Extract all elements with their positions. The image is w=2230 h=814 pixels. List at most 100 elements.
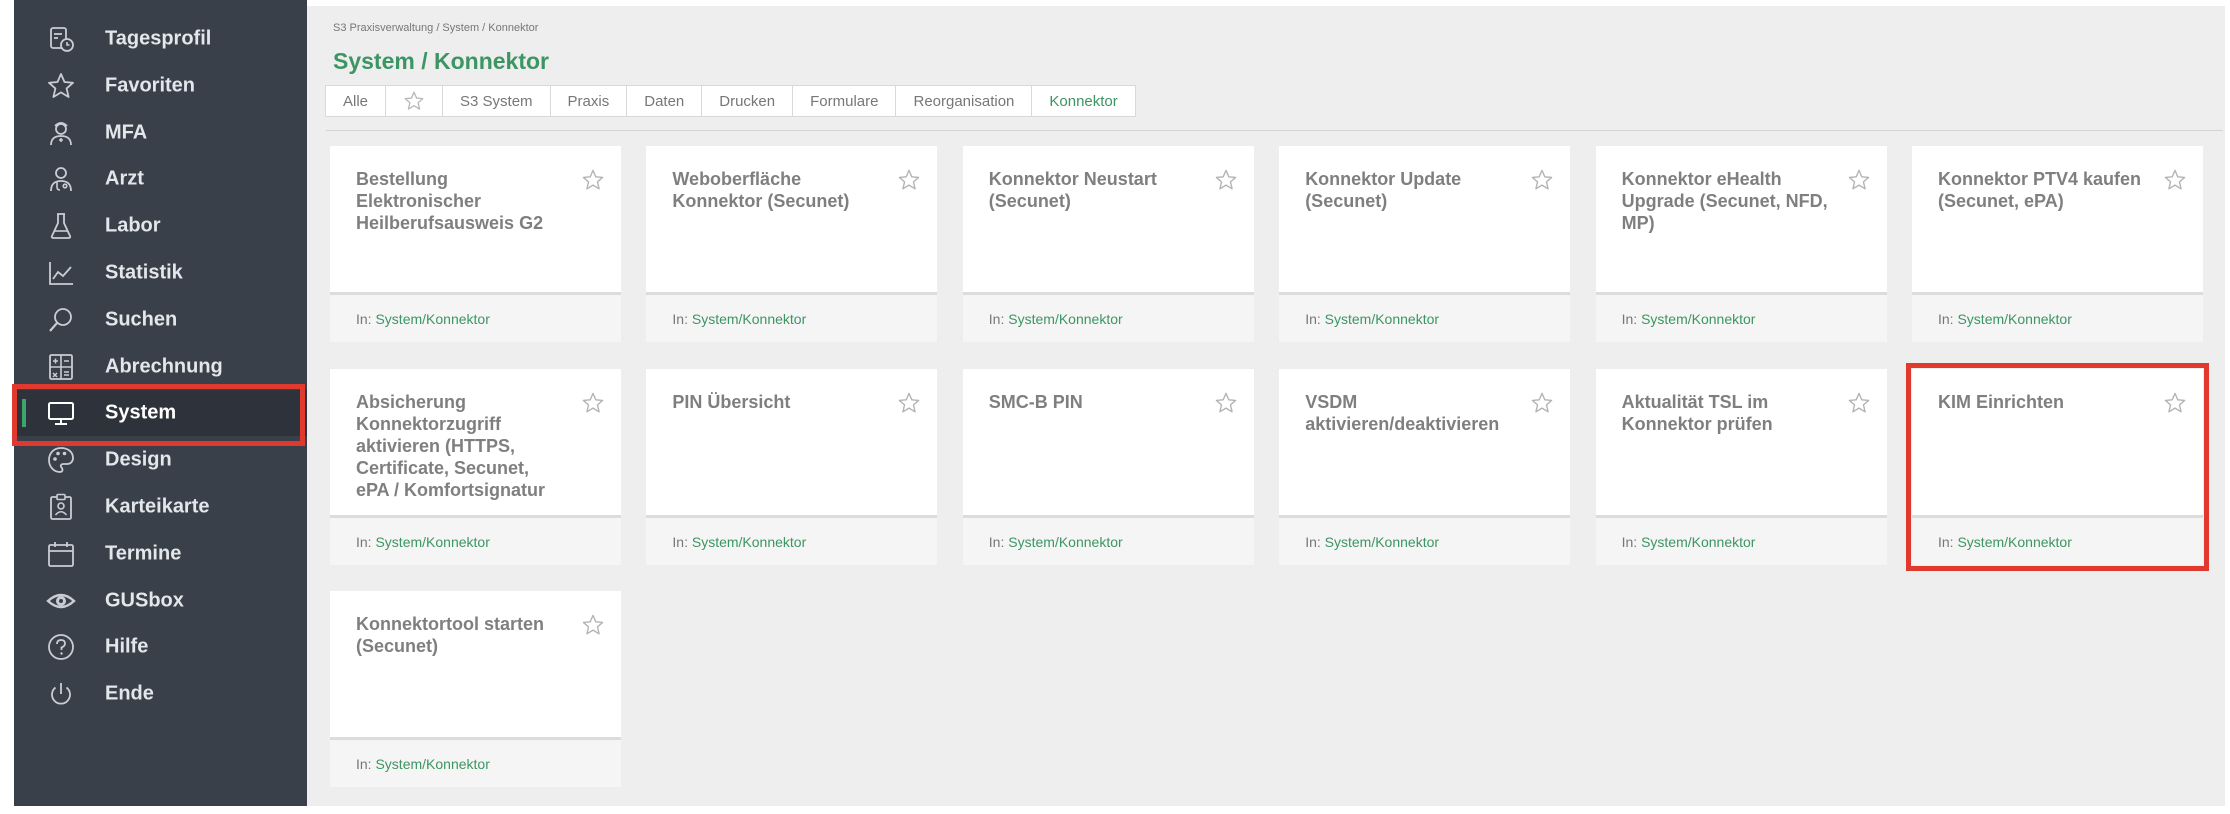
- card-pin-uebersicht[interactable]: PIN Übersicht In: System/Konnektor: [646, 368, 938, 565]
- sidebar-item-ende[interactable]: Ende: [14, 671, 307, 717]
- card-location-link[interactable]: System/Konnektor: [1957, 534, 2071, 550]
- card-footer: In: System/Konnektor: [1912, 514, 2203, 565]
- favorite-star-icon[interactable]: [1214, 391, 1238, 415]
- card-aktualitaet-tsl-im-konnektor-pruefen[interactable]: Aktualität TSL im Konnektor prüfen In: Sy…: [1595, 368, 1887, 565]
- card-title: PIN Übersicht: [672, 391, 791, 412]
- card-location-link[interactable]: System/Konnektor: [1008, 534, 1122, 550]
- favorite-star-icon[interactable]: [1530, 391, 1554, 415]
- card-location: In: System/Konnektor: [989, 534, 1123, 550]
- card-footer: In: System/Konnektor: [962, 292, 1254, 342]
- sidebar-item-design[interactable]: Design: [14, 437, 307, 483]
- sidebar-item-termine[interactable]: Termine: [14, 531, 307, 577]
- active-indicator: [22, 399, 26, 428]
- sidebar-item-system[interactable]: System: [14, 390, 307, 437]
- card-bestellung-elektronischer-heilberufsausw[interactable]: Bestellung Elektronischer Heilberufsausw…: [330, 146, 621, 342]
- card-location-prefix: In:: [988, 311, 1005, 327]
- card-absicherung-konnektorzugriff-aktivieren-[interactable]: Absicherung Konnektorzugriff aktivieren …: [330, 368, 621, 565]
- sidebar-item-karteikarte[interactable]: Karteikarte: [14, 484, 307, 530]
- favorite-star-icon[interactable]: [1847, 168, 1871, 192]
- help-icon: [46, 632, 76, 662]
- sidebar: Tagesprofil Favoriten MFA Arzt Labor Statisti…: [14, 0, 307, 806]
- card-vsdm-aktivieren-deaktivieren[interactable]: VSDM aktivieren/deaktivieren In: System/K…: [1279, 368, 1571, 565]
- favorite-star-icon[interactable]: [1847, 391, 1871, 415]
- card-location-link[interactable]: System/Konnektor: [1325, 311, 1439, 327]
- card-location-link[interactable]: System/Konnektor: [375, 534, 489, 550]
- favorite-star-icon[interactable]: [1214, 168, 1238, 192]
- sidebar-item-arzt[interactable]: Arzt: [14, 156, 307, 202]
- favorite-star-icon[interactable]: [897, 391, 921, 415]
- card-weboberflaeche-konnektor-secunet[interactable]: Weboberfläche Konnektor (Secunet) In: Sys…: [646, 146, 938, 342]
- card-footer: In: System/Konnektor: [1595, 514, 1887, 565]
- sidebar-item-label: MFA: [105, 121, 148, 144]
- tab-favorites[interactable]: [385, 85, 444, 117]
- tab-konnektor[interactable]: Konnektor: [1031, 85, 1136, 117]
- card-konnektor-ehealth-upgrade-secunet-nfd-mp[interactable]: Konnektor eHealth Upgrade (Secunet, NFD,…: [1595, 146, 1887, 342]
- tab-s3-system[interactable]: S3 System: [442, 85, 551, 117]
- favorite-star-icon[interactable]: [2163, 168, 2187, 192]
- favorite-star-icon[interactable]: [1530, 168, 1554, 192]
- card-title: Konnektor eHealth Upgrade (Secunet, NFD,…: [1621, 169, 1828, 233]
- card-location-link[interactable]: System/Konnektor: [375, 756, 489, 772]
- card-location: In: System/Konnektor: [1938, 534, 2072, 550]
- sidebar-item-labor[interactable]: Labor: [14, 203, 307, 249]
- tab-formulare[interactable]: Formulare: [792, 85, 897, 117]
- sidebar-item-label: Favoriten: [105, 74, 196, 97]
- card-konnektor-neustart-secunet[interactable]: Konnektor Neustart (Secunet) In: System/K…: [962, 146, 1254, 342]
- favorite-star-icon[interactable]: [581, 391, 605, 415]
- card-smc-b-pin[interactable]: SMC-B PIN In: System/Konnektor: [962, 368, 1254, 565]
- sidebar-item-tagesprofil[interactable]: Tagesprofil: [14, 16, 307, 62]
- card-konnektor-update-secunet[interactable]: Konnektor Update (Secunet) In: System/Kon…: [1279, 146, 1571, 342]
- card-location-link[interactable]: System/Konnektor: [375, 311, 489, 327]
- sidebar-item-mfa[interactable]: MFA: [14, 110, 307, 156]
- sidebar-item-gusbox[interactable]: GUSbox: [14, 578, 307, 624]
- card-location-link[interactable]: System/Konnektor: [692, 311, 806, 327]
- card-location: In: System/Konnektor: [1622, 534, 1756, 550]
- sidebar-item-label: Hilfe: [105, 635, 149, 658]
- sidebar-item-label: Suchen: [105, 308, 178, 331]
- page-title: System / Konnektor: [333, 48, 549, 74]
- card-konnektor-ptv4-kaufen-secunet-epa[interactable]: Konnektor PTV4 kaufen (Secunet, ePA) In: …: [1912, 146, 2203, 342]
- sidebar-item-favoriten[interactable]: Favoriten: [14, 63, 307, 109]
- card-kim-einrichten[interactable]: KIM Einrichten In: System/Konnektor: [1906, 362, 2209, 571]
- card-title: Konnektor Update (Secunet): [1305, 169, 1462, 211]
- favorite-star-icon[interactable]: [581, 613, 605, 637]
- card-location-link[interactable]: System/Konnektor: [692, 534, 806, 550]
- sidebar-item-label: Statistik: [105, 261, 183, 284]
- card-location-prefix: In:: [672, 311, 688, 327]
- tab-daten[interactable]: Daten: [626, 85, 703, 117]
- favorite-star-icon[interactable]: [2163, 391, 2187, 415]
- flask-icon: [46, 211, 76, 241]
- card-footer: In: System/Konnektor: [330, 292, 621, 342]
- card-footer: In: System/Konnektor: [330, 514, 621, 565]
- card-konnektortool-starten-secunet[interactable]: Konnektortool starten (Secunet) In: Syste…: [330, 591, 621, 787]
- sidebar-item-label: System: [105, 401, 177, 424]
- tab-alle[interactable]: Alle: [325, 85, 387, 117]
- card-location-link[interactable]: System/Konnektor: [1008, 311, 1122, 327]
- nurse-icon: [46, 118, 76, 148]
- favorite-star-icon[interactable]: [897, 168, 921, 192]
- chart-line-icon: [46, 258, 76, 288]
- card-footer: In: System/Konnektor: [1912, 292, 2203, 342]
- tab-praxis[interactable]: Praxis: [549, 85, 628, 117]
- card-location: In: System/Konnektor: [356, 534, 490, 550]
- favorite-star-icon[interactable]: [581, 168, 605, 192]
- card-location-prefix: In:: [1621, 311, 1638, 327]
- card-location-link[interactable]: System/Konnektor: [1641, 534, 1755, 550]
- card-footer: In: System/Konnektor: [1279, 292, 1571, 342]
- calendar-icon: [46, 539, 76, 569]
- card-location-link[interactable]: System/Konnektor: [1325, 534, 1439, 550]
- sidebar-item-statistik[interactable]: Statistik: [14, 250, 307, 296]
- tab-drucken[interactable]: Drucken: [701, 85, 794, 117]
- sidebar-item-label: GUSbox: [105, 589, 184, 612]
- card-title: KIM Einrichten: [1938, 391, 2065, 412]
- tab-reorganisation[interactable]: Reorganisation: [895, 85, 1033, 117]
- card-location-link[interactable]: System/Konnektor: [1641, 311, 1755, 327]
- card-location-prefix: In:: [1305, 533, 1321, 550]
- card-title: Konnektor Neustart (Secunet): [988, 169, 1157, 211]
- sidebar-item-abrechnung[interactable]: Abrechnung: [14, 344, 307, 390]
- sidebar-item-label: Termine: [105, 542, 182, 565]
- sidebar-item-hilfe[interactable]: Hilfe: [14, 624, 307, 670]
- sidebar-item-suchen[interactable]: Suchen: [14, 297, 307, 343]
- card-footer: In: System/Konnektor: [330, 737, 621, 787]
- card-location-link[interactable]: System/Konnektor: [1957, 311, 2071, 327]
